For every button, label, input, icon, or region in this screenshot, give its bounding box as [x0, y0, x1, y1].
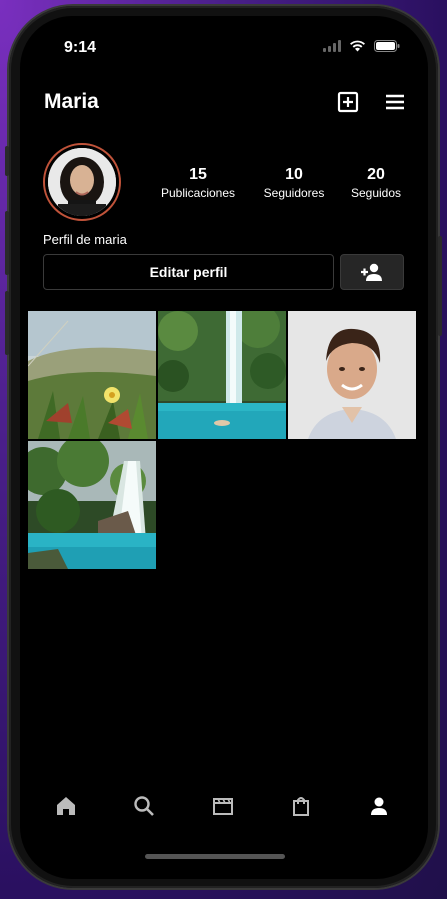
avatar-portrait — [48, 148, 116, 216]
stat-followers-count: 10 — [285, 166, 303, 183]
status-bar: 9:14 — [20, 16, 428, 76]
profile-icon[interactable] — [367, 794, 391, 818]
stat-following-count: 20 — [367, 166, 385, 183]
profile-header: Maria — [20, 86, 428, 126]
add-person-icon — [361, 263, 382, 281]
edit-profile-button[interactable]: Editar perfil — [43, 254, 334, 290]
stat-following[interactable]: 20 Seguidos — [342, 166, 410, 201]
stat-posts-label: Publicaciones — [160, 186, 236, 200]
home-icon[interactable] — [54, 794, 78, 818]
screen: 9:14 Maria 15 Publicaciones 10 Seguidore… — [20, 16, 428, 879]
post-tile[interactable] — [28, 441, 156, 569]
post-image-waterfall-pool — [158, 311, 286, 439]
shop-icon[interactable] — [289, 794, 313, 818]
volume-down-button — [5, 291, 9, 355]
wifi-icon — [350, 40, 365, 52]
post-image-succulents — [28, 311, 156, 439]
stat-followers[interactable]: 10 Seguidores — [256, 166, 332, 201]
home-indicator[interactable] — [145, 854, 285, 859]
status-time: 9:14 — [64, 39, 97, 56]
post-image-waterfall — [28, 441, 156, 569]
volume-up-button — [5, 211, 9, 275]
avatar-ring[interactable] — [43, 143, 121, 221]
reels-icon[interactable] — [211, 794, 235, 818]
stat-following-label: Seguidos — [350, 186, 402, 200]
silent-switch — [5, 146, 9, 176]
battery-icon — [374, 40, 400, 52]
avatar — [48, 148, 116, 216]
post-tile[interactable] — [288, 311, 416, 439]
menu-icon[interactable] — [383, 90, 407, 114]
stat-posts[interactable]: 15 Publicaciones — [156, 166, 240, 201]
search-icon[interactable] — [132, 794, 156, 818]
status-icons — [323, 40, 400, 52]
profile-username: Maria — [44, 90, 99, 113]
stat-posts-count: 15 — [189, 166, 207, 183]
signal-icon — [323, 40, 341, 52]
profile-bio: Perfil de maria — [43, 232, 127, 247]
post-tile[interactable] — [28, 311, 156, 439]
add-person-button[interactable] — [340, 254, 404, 290]
post-tile[interactable] — [158, 311, 286, 439]
bottom-tab-bar — [20, 788, 428, 824]
power-button — [438, 236, 442, 336]
add-post-icon[interactable] — [336, 90, 360, 114]
post-image-portrait — [288, 311, 416, 439]
stat-followers-label: Seguidores — [263, 186, 325, 200]
